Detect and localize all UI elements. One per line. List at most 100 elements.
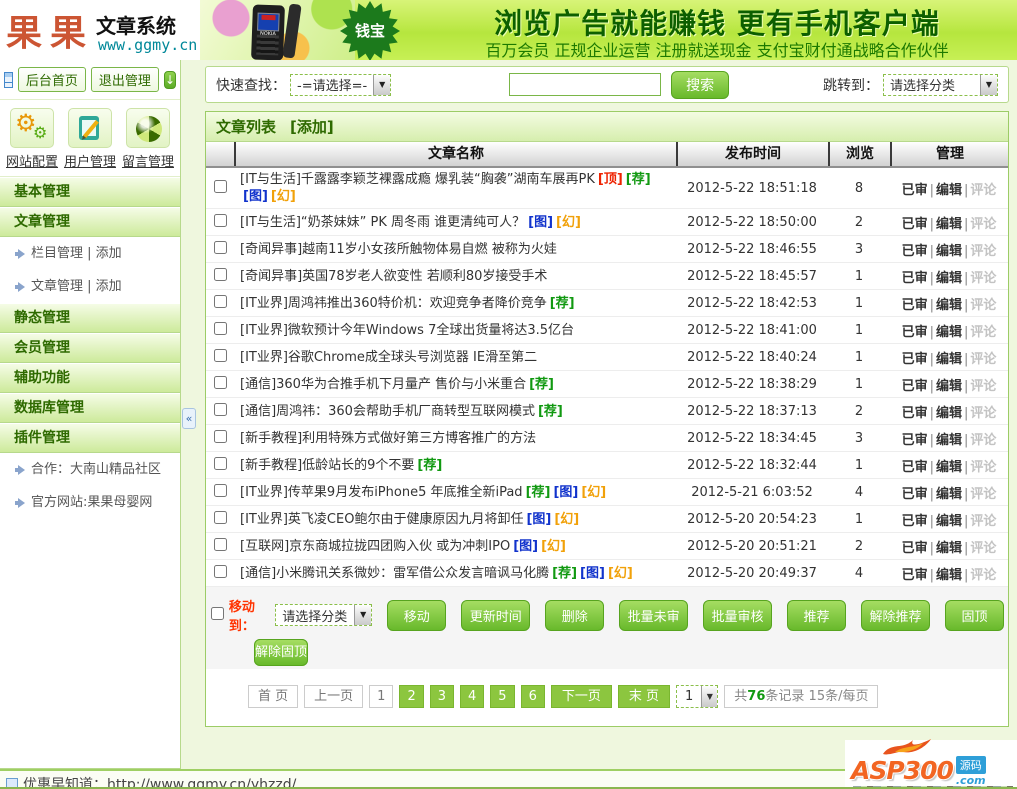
collapse-down-icon[interactable]: ↓ (164, 71, 176, 89)
ad-banner[interactable]: NOKIA 钱宝 浏览广告就能赚钱 更有手机客户端 百万会员 正规企业运营 注册… (200, 0, 1017, 60)
update-time-button[interactable]: 更新时间 (461, 600, 530, 631)
row-checkbox[interactable] (214, 430, 227, 443)
row-checkbox[interactable] (214, 538, 227, 551)
audited-link[interactable]: 已审 (902, 460, 928, 475)
edit-link[interactable]: 编辑 (936, 568, 962, 583)
audited-link[interactable]: 已审 (902, 433, 928, 448)
article-title-link[interactable]: [奇闻异事]越南11岁小女孩所触物体易自燃 被称为火娃 (240, 242, 557, 257)
sidebar-item-partner-link[interactable]: 合作：大南山精品社区 (0, 453, 180, 486)
sidebar-item-static-manage[interactable]: 静态管理 (0, 303, 180, 333)
sidebar-item-basic-manage[interactable]: 基本管理 (0, 177, 180, 207)
search-input[interactable] (509, 73, 661, 96)
audited-link[interactable]: 已审 (902, 244, 928, 259)
next-page-button[interactable]: 下一页 (551, 685, 612, 708)
page-6-button[interactable]: 6 (521, 685, 545, 708)
sidebar-item-database-manage[interactable]: 数据库管理 (0, 393, 180, 423)
article-title-link[interactable]: [IT业界]周鸿祎推出360特价机：欢迎竞争者降价竞争 (240, 296, 547, 311)
article-title-link[interactable]: [通信]周鸿祎：360会帮助手机厂商转型互联网模式 (240, 404, 535, 419)
article-title-link[interactable]: [IT业界]英飞凌CEO鲍尔由于健康原因九月将卸任 (240, 512, 523, 527)
jump-category-select[interactable]: 请选择分类 ▼ (883, 74, 998, 96)
article-title-link[interactable]: [新手教程]低龄站长的9个不要 (240, 458, 414, 473)
article-title-link[interactable]: [通信]小米腾讯关系微妙：雷军借公众发言暗讽马化腾 (240, 566, 549, 581)
row-checkbox[interactable] (214, 268, 227, 281)
edit-link[interactable]: 编辑 (936, 217, 962, 232)
audited-link[interactable]: 已审 (902, 541, 928, 556)
unpin-top-button[interactable]: 解除固顶 (254, 639, 308, 666)
sidebar-item-column-manage[interactable]: 栏目管理 | 添加 (0, 237, 180, 270)
audited-link[interactable]: 已审 (902, 379, 928, 394)
shortcut-user-manage[interactable]: 用户管理 (64, 108, 116, 170)
delete-button[interactable]: 删除 (545, 600, 604, 631)
row-checkbox[interactable] (214, 457, 227, 470)
article-title-link[interactable]: [IT与生活]千露露李颖芝裸露成瘾 爆乳装“胸袭”湖南车展再PK (240, 172, 595, 187)
row-checkbox[interactable] (214, 511, 227, 524)
quick-find-select[interactable]: -=请选择=- ▼ (290, 74, 391, 96)
row-checkbox[interactable] (214, 214, 227, 227)
article-title-link[interactable]: [IT与生活]“奶茶妹妹” PK 周冬雨 谁更清纯可人？ (240, 215, 525, 230)
sidebar-item-aux-functions[interactable]: 辅助功能 (0, 363, 180, 393)
edit-link[interactable]: 编辑 (936, 460, 962, 475)
article-title-link[interactable]: [互联网]京东商城拉拢四团购入伙 或为冲刺IPO (240, 539, 510, 554)
edit-link[interactable]: 编辑 (936, 183, 962, 198)
audited-link[interactable]: 已审 (902, 406, 928, 421)
article-title-link[interactable]: [新手教程]利用特殊方式做好第三方博客推广的方法 (240, 431, 536, 446)
edit-link[interactable]: 编辑 (936, 352, 962, 367)
edit-link[interactable]: 编辑 (936, 541, 962, 556)
backend-home-button[interactable]: 后台首页 (18, 67, 86, 92)
article-title-link[interactable]: [IT业界]微软预计今年Windows 7全球出货量将达3.5亿台 (240, 323, 574, 338)
edit-link[interactable]: 编辑 (936, 406, 962, 421)
pin-top-button[interactable]: 固顶 (945, 600, 1004, 631)
prev-page-button[interactable]: 上一页 (304, 685, 363, 708)
row-checkbox[interactable] (214, 484, 227, 497)
first-page-button[interactable]: 首 页 (248, 685, 298, 708)
edit-link[interactable]: 编辑 (936, 271, 962, 286)
audited-link[interactable]: 已审 (902, 568, 928, 583)
article-title-link[interactable]: [奇闻异事]英国78岁老人欲变性 若顺利80岁接受手术 (240, 269, 547, 284)
row-checkbox[interactable] (214, 295, 227, 308)
article-title-link[interactable]: [IT业界]谷歌Chrome成全球头号浏览器 IE滑至第二 (240, 350, 537, 365)
search-button[interactable]: 搜索 (671, 71, 729, 99)
edit-link[interactable]: 编辑 (936, 514, 962, 529)
page-3-button[interactable]: 3 (430, 685, 454, 708)
audited-link[interactable]: 已审 (902, 183, 928, 198)
select-all-checkbox[interactable] (211, 607, 224, 620)
sidebar-item-member-manage[interactable]: 会员管理 (0, 333, 180, 363)
edit-link[interactable]: 编辑 (936, 487, 962, 502)
audited-link[interactable]: 已审 (902, 487, 928, 502)
edit-link[interactable]: 编辑 (936, 379, 962, 394)
unrecommend-button[interactable]: 解除推荐 (861, 600, 930, 631)
row-checkbox[interactable] (214, 241, 227, 254)
last-page-button[interactable]: 末 页 (618, 685, 670, 708)
logout-button[interactable]: 退出管理 (91, 67, 159, 92)
row-checkbox[interactable] (214, 349, 227, 362)
audited-link[interactable]: 已审 (902, 514, 928, 529)
audited-link[interactable]: 已审 (902, 352, 928, 367)
sidebar-item-article-list[interactable]: 文章管理 | 添加 (0, 270, 180, 303)
edit-link[interactable]: 编辑 (936, 244, 962, 259)
batch-audit-button[interactable]: 批量审核 (703, 600, 772, 631)
asp300-logo[interactable]: ASP300源码.com (845, 740, 1017, 787)
edit-link[interactable]: 编辑 (936, 433, 962, 448)
add-article-link[interactable]: [添加] (290, 116, 334, 137)
sidebar-item-article-manage[interactable]: 文章管理 (0, 207, 180, 237)
audited-link[interactable]: 已审 (902, 271, 928, 286)
recommend-button[interactable]: 推荐 (787, 600, 846, 631)
page-5-button[interactable]: 5 (490, 685, 514, 708)
sidebar-item-official-site[interactable]: 官方网站:果果母婴网 (0, 486, 180, 519)
page-jump-select[interactable]: 1 ▼ (676, 685, 718, 708)
edit-link[interactable]: 编辑 (936, 298, 962, 313)
page-2-button[interactable]: 2 (399, 685, 423, 708)
move-button[interactable]: 移动 (387, 600, 446, 631)
sidebar-collapse-handle[interactable]: « (182, 408, 196, 429)
row-checkbox[interactable] (214, 322, 227, 335)
audited-link[interactable]: 已审 (902, 298, 928, 313)
article-title-link[interactable]: [通信]360华为合推手机下月量产 售价与小米重合 (240, 377, 526, 392)
row-checkbox[interactable] (214, 565, 227, 578)
sidebar-item-plugin-manage[interactable]: 插件管理 (0, 423, 180, 453)
page-4-button[interactable]: 4 (460, 685, 484, 708)
article-title-link[interactable]: [IT业界]传苹果9月发布iPhone5 年底推全新iPad (240, 485, 523, 500)
audited-link[interactable]: 已审 (902, 325, 928, 340)
row-checkbox[interactable] (214, 180, 227, 193)
moveto-category-select[interactable]: 请选择分类 ▼ (275, 604, 372, 626)
batch-unaudit-button[interactable]: 批量未审 (619, 600, 688, 631)
